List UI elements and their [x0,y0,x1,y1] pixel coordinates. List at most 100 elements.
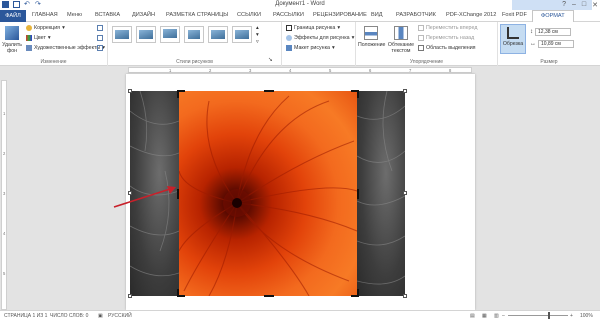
crop-icon [507,27,519,39]
tab-design[interactable]: ДИЗАЙН [132,12,155,18]
width-control[interactable]: ↔ 10,89 см [530,40,574,48]
group-styles-label: Стили рисунков [176,59,213,65]
remove-background-label: Удалить фон [2,42,22,54]
crop-handle-bottom[interactable] [264,295,274,297]
selection-pane-label: Область выделения [426,45,476,51]
color-button[interactable]: Цвет ▾ [26,35,51,41]
flower-image [179,91,357,296]
picture-style-thumb-1[interactable] [112,26,132,43]
tab-home[interactable]: ГЛАВНАЯ [32,12,58,18]
bring-forward-button[interactable]: Переместить вперед [418,25,477,31]
picture-style-thumb-2[interactable] [136,26,156,43]
position-button[interactable]: Положение [358,26,385,48]
web-layout-icon[interactable]: ▥ [494,313,499,319]
crop-handle-top[interactable] [264,90,274,92]
send-backward-button[interactable]: Переместить назад [418,35,474,41]
compress-pictures-button[interactable] [97,25,103,31]
group-picture-styles: ▴ ▾ ▿ ↘ Стили рисунков [108,22,282,66]
group-arrange-label: Упорядочение [409,59,444,65]
proofing-icon[interactable]: ▣ [98,313,103,319]
tab-view[interactable]: ВИД [371,12,383,18]
crop-button[interactable]: Обрезка [500,24,526,54]
artistic-effects-label: Художественные эффекты [34,45,101,51]
picture-style-thumb-3[interactable] [160,26,180,43]
zoom-slider-track[interactable] [508,315,568,316]
picture-effects-button[interactable]: Эффекты для рисунка ▾ [286,35,354,41]
width-field[interactable]: 10,89 см [538,40,574,48]
ribbon-tabs: ФАЙЛ ГЛАВНАЯ Меню ВСТАВКА ДИЗАЙН РАЗМЕТК… [0,10,600,22]
status-bar: СТРАНИЦА 1 ИЗ 1 ЧИСЛО СЛОВ: 0 ▣ РУССКИЙ … [0,310,600,320]
border-icon [286,25,292,31]
resize-handle-right[interactable] [403,191,407,195]
resize-handle-bottom-right[interactable] [403,294,407,298]
read-mode-icon[interactable]: ▤ [470,313,475,319]
picture-style-thumb-4[interactable] [184,26,204,43]
language[interactable]: РУССКИЙ [108,313,132,319]
group-arrange: Положение Обтекание текстом Переместить … [356,22,498,66]
tab-developer[interactable]: РАЗРАБОТЧИК [396,12,436,18]
tab-references[interactable]: ССЫЛКИ [237,12,261,18]
crop-handle-right[interactable] [357,189,359,199]
zoom-slider-knob[interactable] [548,312,550,319]
picture-style-thumb-5[interactable] [208,26,228,43]
group-size-label: Размер [540,59,558,65]
correction-button[interactable]: Коррекция ▾ [26,25,65,31]
tab-menu[interactable]: Меню [67,12,82,18]
crop-label: Обрезка [502,41,524,47]
group-picture-format: Граница рисунка ▾ Эффекты для рисунка ▾ Ма… [282,22,356,66]
picture-layout-label: Макет рисунка [294,45,330,51]
remove-background-button[interactable]: Удалить фон [1,26,23,54]
artistic-effects-button[interactable]: Художественные эффекты ▾ [26,45,105,51]
window-controls: ? – □ ✕ [562,1,598,9]
tab-insert[interactable]: ВСТАВКА [95,12,120,18]
print-layout-icon[interactable]: ▦ [482,313,487,319]
selection-pane-button[interactable]: Область выделения [418,45,476,51]
zoom-level[interactable]: 100% [580,313,593,319]
zoom-in-icon[interactable]: + [570,313,573,319]
horizontal-ruler: 1 2 3 4 5 6 7 8 [0,66,600,74]
tab-pdf-xchange[interactable]: PDF-XChange 2012 [446,12,496,18]
page-count[interactable]: СТРАНИЦА 1 ИЗ 1 [4,313,47,319]
color-palette-icon [26,35,32,41]
send-backward-icon [418,35,424,41]
wrap-text-icon [394,26,408,40]
picture-border-button[interactable]: Граница рисунка ▾ [286,25,340,31]
minimize-icon[interactable]: – [572,1,576,9]
bring-forward-icon [418,25,424,31]
resize-handle-top-right[interactable] [403,89,407,93]
tab-review[interactable]: РЕЦЕНЗИРОВАНИЕ [313,12,367,18]
ribbon: Удалить фон Коррекция ▾ Цвет ▾ Художествен… [0,22,600,66]
change-picture-button[interactable] [97,35,103,41]
help-icon[interactable]: ? [562,1,566,9]
scroll-down-icon[interactable]: ▾ [256,32,259,38]
maximize-icon[interactable]: □ [582,1,586,9]
more-styles-icon[interactable]: ▿ [256,39,259,45]
vertical-ruler: 1 2 3 4 5 [0,74,8,310]
scroll-up-icon[interactable]: ▴ [256,25,259,31]
height-field[interactable]: 12,38 см [535,28,571,36]
resize-handle-top-left[interactable] [128,89,132,93]
word-count[interactable]: ЧИСЛО СЛОВ: 0 [50,313,88,319]
artistic-effects-icon [26,45,32,51]
height-control[interactable]: ↕ 12,38 см [530,28,571,36]
tab-format[interactable]: ФОРМАТ [532,10,574,22]
tab-page-layout[interactable]: РАЗМЕТКА СТРАНИЦЫ [166,12,228,18]
tab-foxit-pdf[interactable]: Foxit PDF [502,12,527,18]
effects-icon [286,35,292,41]
resize-handle-bottom-left[interactable] [128,294,132,298]
styles-scroll[interactable]: ▴ ▾ ▿ [256,25,259,45]
group-adjust-label: Изменение [40,59,67,65]
selection-pane-icon [418,45,424,51]
tab-mailings[interactable]: РАССЫЛКИ [273,12,304,18]
picture-layout-button[interactable]: Макет рисунка ▾ [286,45,335,51]
annotation-arrow [113,186,176,208]
wrap-text-button[interactable]: Обтекание текстом [386,26,416,54]
zoom-out-icon[interactable]: – [502,313,505,319]
picture-style-thumb-6[interactable] [232,26,252,43]
close-icon[interactable]: ✕ [592,1,598,9]
petals-gray-right [357,91,405,285]
compress-icon [97,25,103,31]
tab-file[interactable]: ФАЙЛ [0,10,26,22]
reset-picture-button[interactable] [97,45,103,51]
height-icon: ↕ [530,29,533,35]
